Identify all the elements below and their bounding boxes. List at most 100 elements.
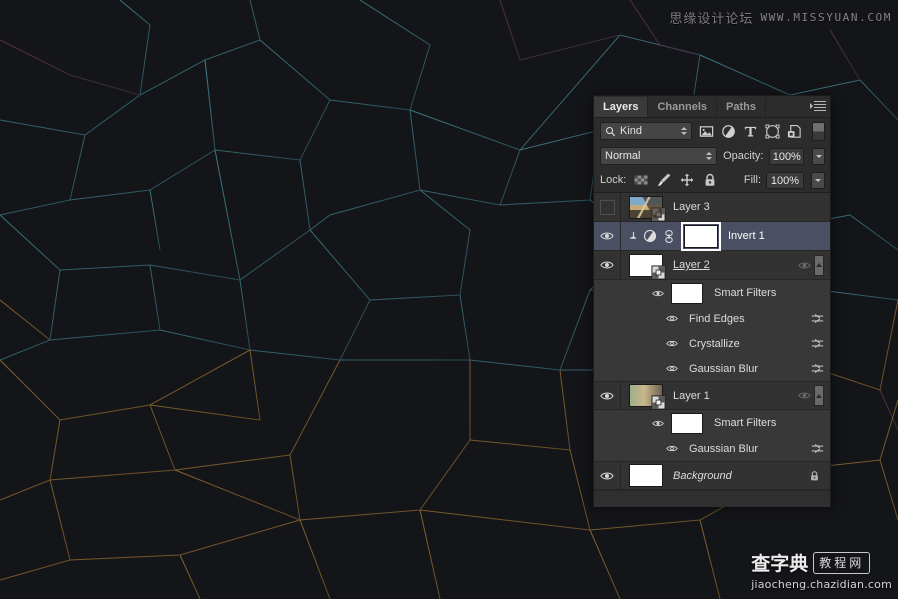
blend-mode-value: Normal: [605, 150, 641, 162]
lock-all-icon[interactable]: [703, 173, 717, 187]
opacity-input[interactable]: 100%: [769, 147, 805, 165]
invert-adjustment-icon[interactable]: [643, 229, 657, 243]
eye-icon: [600, 232, 614, 240]
row-right-controls-find-edges: [811, 313, 830, 324]
layer-name-layer-1[interactable]: Layer 1: [673, 390, 710, 402]
eye-icon: [600, 261, 614, 269]
smart-filter-visibility-icon[interactable]: [798, 260, 811, 271]
layer-name-layer-3[interactable]: Layer 3: [673, 201, 710, 213]
fill-dropdown-icon[interactable]: [811, 171, 825, 189]
lock-position-icon[interactable]: [680, 173, 694, 187]
smart-object-badge-icon: [651, 264, 666, 280]
locked-layer-icon: [811, 470, 818, 480]
adjustment-filter-icon[interactable]: [721, 124, 736, 139]
layer-name-layer-2[interactable]: Layer 2: [673, 259, 710, 271]
filter-kind-stepper[interactable]: [681, 127, 687, 135]
smart-filters-mask-thumbnail-layer-1[interactable]: [671, 412, 703, 434]
list-item[interactable]: Crystallize: [594, 331, 830, 356]
list-item[interactable]: Smart Filters: [594, 410, 830, 436]
layer-name-background[interactable]: Background: [673, 470, 732, 482]
filter-settings-icon[interactable]: [811, 443, 824, 454]
filter-type-icons: [699, 124, 802, 139]
filter-kind-select[interactable]: Kind: [600, 122, 692, 140]
filter-visibility-icon[interactable]: [666, 339, 678, 348]
mask-link-icon[interactable]: [664, 229, 674, 243]
smart-object-filter-icon[interactable]: [787, 124, 802, 139]
layer-list-empty-area: [594, 490, 830, 507]
list-item[interactable]: Find Edges: [594, 306, 830, 331]
collapse-toggle-layer-2[interactable]: [814, 254, 824, 276]
table-row[interactable]: Layer 1: [594, 381, 830, 410]
tab-paths[interactable]: Paths: [717, 97, 766, 117]
filter-visibility-icon[interactable]: [666, 364, 678, 373]
fill-group: Fill: 100%: [744, 171, 825, 189]
layer-thumbnail-layer-3[interactable]: [629, 195, 666, 222]
smart-filter-visibility-icon[interactable]: [798, 390, 811, 401]
blend-mode-select[interactable]: Normal: [600, 147, 718, 165]
eye-icon: [600, 392, 614, 399]
lock-transparency-icon[interactable]: [634, 173, 648, 187]
opacity-dropdown-icon[interactable]: [812, 147, 825, 165]
panel-tab-strip: Layers Channels Paths: [594, 96, 830, 118]
layer-list: Layer 3 Invert 1 Layer 2 Smart Filters F…: [594, 193, 830, 507]
search-icon: [605, 126, 616, 136]
collapse-toggle-layer-1[interactable]: [814, 385, 824, 406]
table-row[interactable]: Invert 1: [594, 221, 830, 251]
visibility-toggle-layer-1[interactable]: [594, 382, 621, 409]
filter-kind-label: Kind: [620, 125, 643, 137]
filter-visibility-icon[interactable]: [666, 314, 678, 323]
list-item[interactable]: Gaussian Blur: [594, 436, 830, 461]
visibility-toggle-background[interactable]: [594, 462, 621, 489]
filter-name-find-edges[interactable]: Find Edges: [689, 313, 745, 325]
blend-mode-row: Normal Opacity: 100%: [594, 144, 830, 168]
layers-panel: Layers Channels Paths Kind Normal Opacit…: [593, 95, 831, 507]
smart-filters-label-layer-2: Smart Filters: [714, 287, 777, 299]
lock-label: Lock:: [600, 174, 627, 186]
filter-enable-toggle[interactable]: [812, 121, 825, 141]
image-filter-icon[interactable]: [699, 124, 714, 139]
table-row[interactable]: Background: [594, 461, 830, 490]
eye-icon: [600, 472, 614, 479]
row-right-controls-layer-2: [798, 254, 830, 276]
smart-object-badge-icon: [651, 206, 666, 222]
row-right-controls-layer-1: [798, 385, 830, 406]
layer-thumbnail-layer-2[interactable]: [629, 253, 666, 280]
lock-row: Lock: Fill: 100%: [594, 168, 830, 193]
layer-filter-row: Kind: [594, 118, 830, 144]
type-filter-icon[interactable]: [743, 124, 758, 139]
lock-icon-group: [634, 173, 717, 187]
shape-filter-icon[interactable]: [765, 124, 780, 139]
filter-settings-icon[interactable]: [811, 363, 824, 374]
filter-name-gaussian-blur-layer-1[interactable]: Gaussian Blur: [689, 443, 758, 455]
smart-filters-visibility-icon[interactable]: [652, 419, 664, 428]
filter-name-crystallize[interactable]: Crystallize: [689, 338, 740, 350]
smart-filters-visibility-icon[interactable]: [652, 289, 664, 298]
fill-input[interactable]: 100%: [766, 171, 804, 189]
smart-filters-label-layer-1: Smart Filters: [714, 417, 777, 429]
list-item[interactable]: Smart Filters: [594, 280, 830, 306]
layer-thumbnail-background[interactable]: [629, 464, 663, 487]
panel-menu-icon[interactable]: [810, 99, 826, 113]
layer-thumbnail-layer-1[interactable]: [629, 384, 666, 410]
smart-object-badge-icon: [651, 395, 666, 410]
table-row[interactable]: Layer 3: [594, 193, 830, 222]
list-item[interactable]: Gaussian Blur: [594, 356, 830, 381]
visibility-toggle-layer-2[interactable]: [594, 251, 621, 279]
filter-visibility-icon[interactable]: [666, 444, 678, 453]
row-right-controls-crystallize: [811, 338, 830, 349]
visibility-toggle-invert-1[interactable]: [594, 222, 621, 250]
row-right-controls-background: [809, 470, 830, 482]
layer-mask-thumbnail-invert-1[interactable]: [681, 221, 721, 251]
blend-mode-stepper[interactable]: [706, 152, 713, 160]
visibility-toggle-layer-3[interactable]: [594, 193, 621, 221]
lock-image-pixels-icon[interactable]: [657, 173, 671, 187]
table-row[interactable]: Layer 2: [594, 251, 830, 280]
tab-layers[interactable]: Layers: [594, 97, 649, 117]
tab-channels[interactable]: Channels: [648, 97, 717, 117]
filter-settings-icon[interactable]: [811, 313, 824, 324]
filter-settings-icon[interactable]: [811, 338, 824, 349]
layer-name-invert-1[interactable]: Invert 1: [728, 230, 765, 242]
filter-name-gaussian-blur-layer-2[interactable]: Gaussian Blur: [689, 363, 758, 375]
smart-filters-mask-thumbnail-layer-2[interactable]: [671, 282, 703, 304]
clipping-mask-icon: [627, 231, 640, 242]
